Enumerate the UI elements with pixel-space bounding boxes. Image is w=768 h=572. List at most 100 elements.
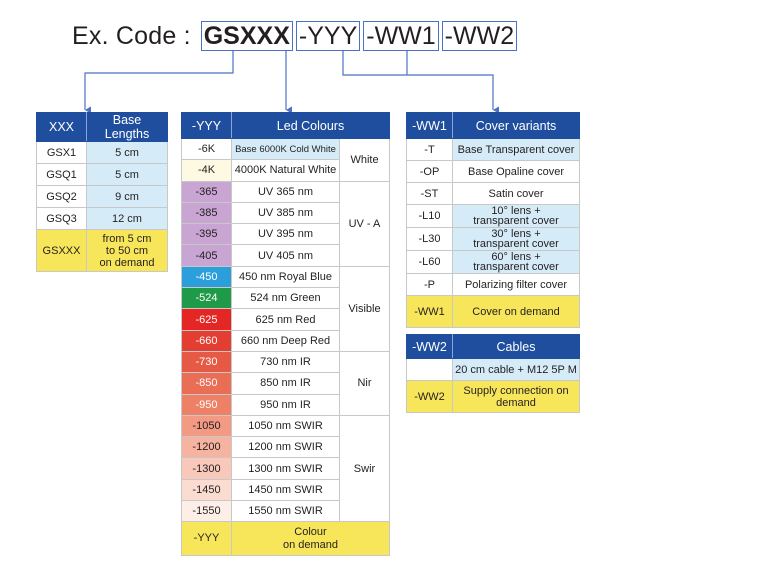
yyy-colour-name: 450 nm Royal Blue: [231, 265, 340, 289]
yyy-colour-name: UV 395 nm: [231, 223, 340, 246]
yyy-group-label: Visible: [339, 265, 390, 352]
ww1-code: -L30: [406, 227, 453, 251]
yyy-colour-name: 625 nm Red: [231, 308, 340, 331]
header-base-lengths: Base Lengths: [86, 112, 168, 142]
yyy-code-swatch: -385: [181, 201, 232, 225]
ww2-custom-value: Supply connection on demand: [452, 380, 580, 413]
connector-base-to-xxx: [84, 50, 234, 114]
table-row: -P Polarizing filter cover: [406, 273, 580, 296]
code-segment-cover: -WW1: [363, 21, 439, 51]
table-row: -730 730 nm IR Nir: [181, 350, 390, 416]
led-colours-body: -6K Base 6000K Cold White White -4K 4000K Na…: [181, 137, 390, 557]
header-yyy: -YYY: [181, 112, 232, 139]
ww1-custom-value: Cover on demand: [452, 295, 580, 328]
yyy-code-swatch: -405: [181, 244, 232, 267]
yyy-code-swatch: -524: [181, 287, 232, 310]
table-row: -365 UV 365 nm UV - A: [181, 180, 390, 267]
ww1-cover-variant: 30° lens + transparent cover: [452, 227, 580, 251]
xxx-custom-value: from 5 cm to 50 cm on demand: [86, 229, 168, 272]
table-row: -OP Base Opaline cover: [406, 160, 580, 183]
yyy-code-swatch: -625: [181, 308, 232, 331]
ww1-cover-variant: Polarizing filter cover: [452, 273, 580, 296]
yyy-code-swatch: -1450: [181, 478, 232, 502]
xxx-code: GSQ2: [36, 185, 87, 208]
ww1-code: -T: [406, 138, 453, 161]
base-lengths-table: XXX Base Lengths GSX1 5 cm GSQ1 5 cm GSQ…: [36, 112, 168, 272]
yyy-colour-name: 950 nm IR: [231, 393, 340, 416]
yyy-code-swatch: -1550: [181, 500, 232, 523]
header-ww2: -WW2: [406, 334, 453, 359]
table-row-custom: -YYY Colour on demand: [181, 521, 390, 557]
yyy-colour-name: 524 nm Green: [231, 287, 340, 310]
yyy-code-swatch: -395: [181, 223, 232, 246]
yyy-group-label: White: [339, 138, 390, 182]
yyy-code-swatch: -6K: [181, 137, 232, 161]
yyy-colour-name: 1550 nm SWIR: [231, 500, 340, 523]
yyy-code-swatch: -730: [181, 350, 232, 374]
table-row: -L10 10° lens + transparent cover: [406, 204, 580, 228]
yyy-colour-name: 1200 nm SWIR: [231, 436, 340, 459]
yyy-code-swatch: -1050: [181, 414, 232, 438]
ww2-custom-code: -WW2: [406, 380, 453, 413]
ww1-custom-code: -WW1: [406, 295, 453, 328]
connector-cover-to-ww1: [342, 50, 499, 114]
ww1-cover-variant: Base Opaline cover: [452, 160, 580, 183]
header-cover-variants: Cover variants: [452, 112, 580, 139]
cover-variants-body: -T Base Transparent cover -OP Base Opaline …: [406, 138, 580, 328]
yyy-group-label: Swir: [339, 414, 390, 523]
yyy-colour-name: Base 6000K Cold White: [231, 137, 340, 161]
table-row: GSX1 5 cm: [36, 141, 168, 164]
code-example: Ex. Code : GSXXX -YYY -WW1 -WW2: [72, 20, 520, 52]
yyy-code-swatch: -1200: [181, 436, 232, 459]
yyy-colour-name: UV 365 nm: [231, 180, 340, 203]
table-row-custom: -WW2 Supply connection on demand: [406, 380, 580, 413]
yyy-colour-name: UV 385 nm: [231, 201, 340, 225]
yyy-custom-code: -YYY: [181, 521, 232, 557]
header-cables: Cables: [452, 334, 580, 359]
ww1-code: -L10: [406, 204, 453, 228]
code-segment-base: GSXXX: [200, 21, 293, 51]
yyy-group-label: UV - A: [339, 180, 390, 267]
ww1-code: -P: [406, 273, 453, 296]
table-row: GSQ1 5 cm: [36, 163, 168, 186]
table-row: 20 cm cable + M12 5P M: [406, 358, 580, 381]
ww2-value: 20 cm cable + M12 5P M: [452, 358, 580, 381]
table-row: -1050 1050 nm SWIR Swir: [181, 414, 390, 523]
ww1-cover-variant: 10° lens + transparent cover: [452, 204, 580, 228]
table-row: -450 450 nm Royal Blue Visible: [181, 265, 390, 352]
code-segment-cable: -WW2: [441, 21, 518, 51]
table-row: GSQ3 12 cm: [36, 207, 168, 230]
table-row: -L30 30° lens + transparent cover: [406, 227, 580, 251]
yyy-code-swatch: -365: [181, 180, 232, 203]
table-row-custom: -WW1 Cover on demand: [406, 295, 580, 328]
yyy-code-swatch: -950: [181, 393, 232, 416]
xxx-custom-code: GSXXX: [36, 229, 87, 272]
ww1-code: -OP: [406, 160, 453, 183]
xxx-length: 5 cm: [86, 163, 168, 186]
ww2-code: [406, 358, 453, 381]
ww1-cover-variant: Satin cover: [452, 182, 580, 205]
xxx-length: 9 cm: [86, 185, 168, 208]
yyy-colour-name: 850 nm IR: [231, 372, 340, 395]
yyy-colour-name: 660 nm Deep Red: [231, 329, 340, 352]
table-row: -L60 60° lens + transparent cover: [406, 250, 580, 274]
ww1-code: -ST: [406, 182, 453, 205]
xxx-code: GSQ3: [36, 207, 87, 230]
xxx-code: GSX1: [36, 141, 87, 164]
header-xxx: XXX: [36, 112, 87, 142]
yyy-colour-name: UV 405 nm: [231, 244, 340, 267]
yyy-code-swatch: -450: [181, 265, 232, 289]
ww1-cover-variant: Base Transparent cover: [452, 138, 580, 161]
table-row: -6K Base 6000K Cold White White: [181, 137, 390, 182]
table-row: -T Base Transparent cover: [406, 138, 580, 161]
yyy-colour-name: 730 nm IR: [231, 350, 340, 374]
code-example-label: Ex. Code :: [72, 21, 191, 50]
yyy-code-swatch: -660: [181, 329, 232, 352]
xxx-length: 12 cm: [86, 207, 168, 230]
yyy-code-swatch: -1300: [181, 457, 232, 480]
yyy-code-swatch: -850: [181, 372, 232, 395]
yyy-code-swatch: -4K: [181, 159, 232, 182]
yyy-custom-value: Colour on demand: [231, 521, 390, 557]
yyy-colour-name: 4000K Natural White: [231, 159, 340, 182]
yyy-colour-name: 1300 nm SWIR: [231, 457, 340, 480]
